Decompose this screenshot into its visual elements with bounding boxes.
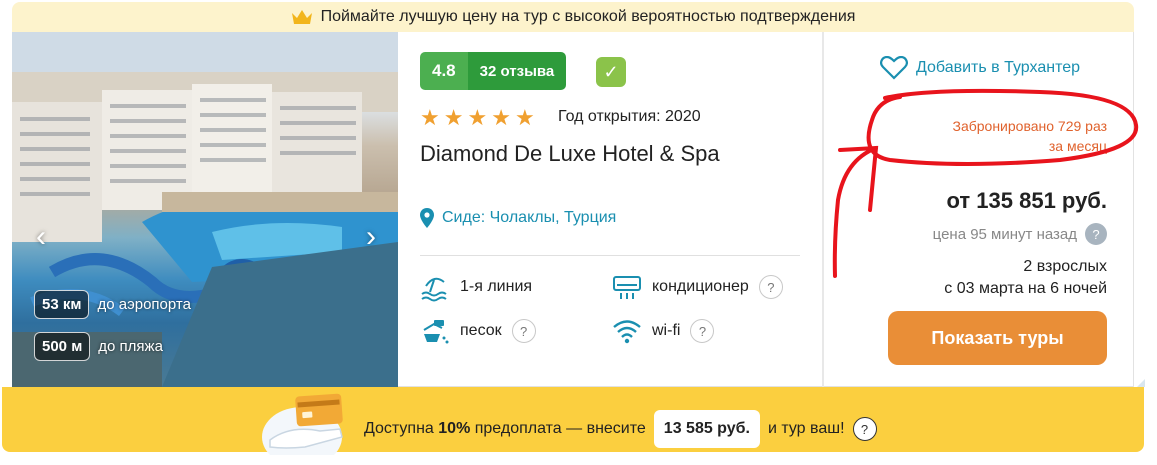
- feature-label: wi-fi: [652, 322, 681, 339]
- beach-distance-value: 500 м: [34, 332, 91, 361]
- star-icon: ★: [491, 105, 511, 130]
- promo-banner-text: Поймайте лучшую цену на тур с высокой ве…: [320, 8, 856, 25]
- chevron-right-icon: ›: [366, 220, 376, 253]
- card-in-hand-icon: [262, 393, 343, 455]
- help-icon[interactable]: ?: [852, 417, 877, 441]
- show-tours-button[interactable]: Показать туры: [888, 311, 1107, 365]
- help-icon[interactable]: ?: [690, 319, 715, 343]
- feature-label: 1-я линия: [460, 278, 533, 295]
- promo-banner: Поймайте лучшую цену на тур с высокой ве…: [12, 2, 1134, 32]
- chevron-left-icon: ‹: [36, 220, 46, 253]
- wifi-icon: [613, 320, 641, 344]
- feature-wifi: wi-fi ?: [612, 316, 715, 346]
- prepay-message: Доступна 10% предоплата — внесите 13 585…: [364, 410, 877, 448]
- tour-price: от 135 851 руб.: [946, 188, 1108, 213]
- feature-label: кондиционер: [652, 278, 749, 295]
- help-icon[interactable]: ?: [758, 275, 783, 299]
- add-to-wishlist-button[interactable]: Добавить в Турхантер: [880, 56, 1080, 80]
- star-icon: ★: [420, 105, 440, 130]
- crown-icon: [291, 10, 312, 24]
- feature-air-conditioner: кондиционер ?: [612, 272, 783, 302]
- column-divider: [822, 32, 824, 387]
- prepay-amount: 13 585 руб.: [653, 410, 760, 448]
- tour-details: 2 взрослых с 03 марта на 6 ночей: [944, 256, 1107, 300]
- help-icon[interactable]: ?: [1085, 223, 1107, 245]
- hotel-photo[interactable]: ‹ › 53 км до аэропорта 500 м до пляжа: [12, 32, 398, 387]
- prepay-text-after: и тур ваш!: [767, 420, 845, 437]
- prepay-percent: 10%: [438, 420, 471, 437]
- rating-score: 4.8: [420, 52, 468, 90]
- help-icon[interactable]: ?: [511, 319, 536, 343]
- map-pin-icon: [420, 208, 434, 228]
- airport-distance-value: 53 км: [34, 290, 90, 319]
- tour-dates: с 03 марта на 6 ночей: [944, 280, 1107, 297]
- star-rating: ★ ★ ★ ★ ★: [420, 107, 535, 129]
- feature-label: песок: [460, 322, 502, 339]
- photo-next-button[interactable]: ›: [356, 217, 386, 257]
- reviews-count[interactable]: 32 отзыва: [467, 52, 567, 90]
- add-to-wishlist-label: Добавить в Турхантер: [916, 59, 1081, 76]
- hotel-location[interactable]: Сиде: Чолаклы, Турция: [420, 208, 616, 228]
- airport-distance: 53 км до аэропорта: [34, 290, 191, 319]
- feature-first-line: 1-я линия: [420, 272, 532, 302]
- booked-count: Забронировано 729 раз за месяц: [952, 116, 1107, 156]
- sand-icon: [423, 320, 449, 344]
- divider: [420, 255, 800, 256]
- rating-badge[interactable]: 4.8 32 отзыва: [420, 52, 567, 90]
- airport-distance-label: до аэропорта: [97, 296, 191, 313]
- heart-icon: [880, 56, 908, 80]
- beach-line-icon: [421, 277, 447, 302]
- air-conditioner-icon: [613, 276, 641, 299]
- star-icon: ★: [514, 105, 535, 130]
- star-icon: ★: [443, 105, 464, 130]
- hotel-location-text: Сиде: Чолаклы, Турция: [442, 209, 617, 226]
- scroll-corner-icon: [1137, 379, 1145, 387]
- feature-sand: песок ?: [420, 316, 536, 346]
- beach-distance-label: до пляжа: [98, 338, 163, 355]
- hotel-name[interactable]: Diamond De Luxe Hotel & Spa: [420, 141, 720, 167]
- prepay-text-mid: предоплата — внесите: [470, 420, 646, 437]
- booked-line: за месяц: [1048, 138, 1107, 154]
- price-age-text: цена 95 минут назад: [932, 225, 1077, 243]
- prepay-text-before: Доступна: [364, 420, 439, 437]
- photo-prev-button[interactable]: ‹: [26, 217, 56, 257]
- prepay-text: Доступна 10% предоплата — внесите: [364, 420, 646, 438]
- price-age: цена 95 минут назад ?: [933, 223, 1107, 245]
- verified-check-icon: ✓: [596, 57, 626, 87]
- star-icon: ★: [467, 105, 488, 130]
- opening-year: Год открытия: 2020: [558, 108, 701, 125]
- booked-line: Забронировано 729 раз: [952, 118, 1107, 134]
- guests-count: 2 взрослых: [1023, 258, 1107, 275]
- beach-distance: 500 м до пляжа: [34, 332, 163, 361]
